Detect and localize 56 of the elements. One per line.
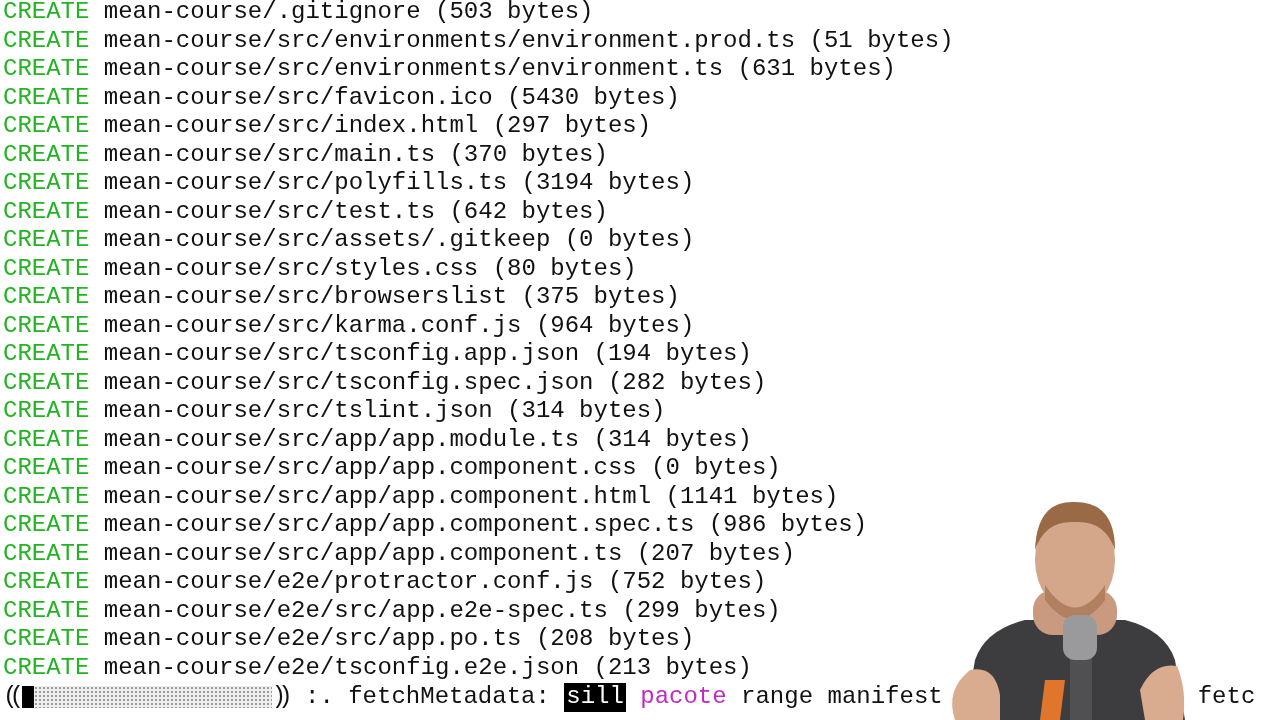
file-path: mean-course/src/environments/environment.ts (631 bytes) bbox=[103, 55, 896, 82]
log-keyword: CREATE bbox=[3, 197, 90, 225]
file-path: mean-course/src/karma.conf.js (964 bytes) bbox=[103, 311, 695, 339]
log-keyword: CREATE bbox=[3, 226, 90, 253]
file-path: mean-course/src/app/app.component.html (1141 bytes) bbox=[103, 482, 839, 510]
log-keyword: CREATE bbox=[3, 26, 90, 54]
progress-bracket: )) bbox=[271, 683, 285, 712]
log-keyword: CREATE bbox=[3, 340, 90, 367]
log-keyword: CREATE bbox=[3, 311, 90, 339]
file-path: mean-course/src/app/app.component.css (0 bytes) bbox=[103, 454, 781, 481]
file-path: mean-course/src/main.ts (370 bytes) bbox=[103, 140, 608, 168]
file-path: mean-course/e2e/src/app.e2e-spec.ts (299 bytes) bbox=[103, 596, 781, 624]
log-keyword: CREATE bbox=[3, 83, 90, 111]
file-path: mean-course/src/tslint.json (314 bytes) bbox=[103, 397, 666, 424]
file-path: mean-course/src/assets/.gitkeep (0 bytes) bbox=[103, 226, 695, 253]
file-path: mean-course/.gitignore (503 bytes) bbox=[103, 0, 594, 25]
log-keyword: CREATE bbox=[3, 140, 90, 168]
log-keyword: CREATE bbox=[3, 169, 90, 196]
log-keyword: CREATE bbox=[3, 397, 90, 424]
file-path: mean-course/src/favicon.ico (5430 bytes) bbox=[103, 83, 680, 111]
log-keyword: CREATE bbox=[3, 511, 90, 538]
log-keyword: CREATE bbox=[3, 283, 90, 310]
file-path: mean-course/src/app/app.module.ts (314 bytes) bbox=[103, 425, 752, 453]
log-keyword: CREATE bbox=[3, 625, 90, 652]
task-label: fetchMetadata: bbox=[348, 683, 550, 712]
file-path: mean-course/src/index.html (297 bytes) bbox=[103, 112, 652, 139]
log-keyword: CREATE bbox=[3, 539, 90, 567]
file-path: mean-course/e2e/tsconfig.e2e.json (213 bytes) bbox=[103, 653, 752, 681]
log-keyword: CREATE bbox=[3, 112, 90, 139]
log-keyword: CREATE bbox=[3, 596, 90, 624]
file-path: mean-course/e2e/src/app.po.ts (208 bytes) bbox=[103, 625, 695, 652]
file-path: mean-course/src/styles.css (80 bytes) bbox=[103, 254, 637, 282]
file-path: mean-course/src/app/app.component.spec.ts (986 bytes) bbox=[103, 511, 868, 538]
log-keyword: CREATE bbox=[3, 55, 90, 82]
spinner: :. bbox=[305, 683, 334, 712]
log-message: fetc bbox=[1197, 683, 1256, 712]
log-keyword: CREATE bbox=[3, 0, 90, 25]
log-level: sill bbox=[564, 683, 626, 712]
file-path: mean-course/src/app/app.component.ts (207 bytes) bbox=[103, 539, 796, 567]
progress-bracket: (( bbox=[3, 683, 16, 712]
module-name: pacote bbox=[640, 683, 727, 712]
file-path: mean-course/src/test.ts (642 bytes) bbox=[103, 197, 608, 225]
log-keyword: CREATE bbox=[3, 425, 90, 453]
log-keyword: CREATE bbox=[3, 254, 90, 282]
file-path: mean-course/src/polyfills.ts (3194 bytes) bbox=[103, 169, 695, 196]
log-keyword: CREATE bbox=[3, 368, 90, 396]
file-path: mean-course/src/tsconfig.spec.json (282 bytes) bbox=[103, 368, 767, 396]
log-keyword: CREATE bbox=[3, 454, 90, 481]
log-keyword: CREATE bbox=[3, 568, 90, 595]
file-path: mean-course/src/environments/environment.prod.ts (51 bytes) bbox=[103, 26, 954, 54]
file-path: mean-course/e2e/protractor.conf.js (752 bytes) bbox=[103, 568, 767, 595]
log-keyword: CREATE bbox=[3, 653, 90, 681]
file-path: mean-course/src/browserslist (375 bytes) bbox=[103, 283, 680, 310]
file-path: mean-course/src/tsconfig.app.json (194 bytes) bbox=[103, 340, 752, 367]
log-keyword: CREATE bbox=[3, 482, 90, 510]
log-message: range manifest bbox=[741, 683, 943, 712]
